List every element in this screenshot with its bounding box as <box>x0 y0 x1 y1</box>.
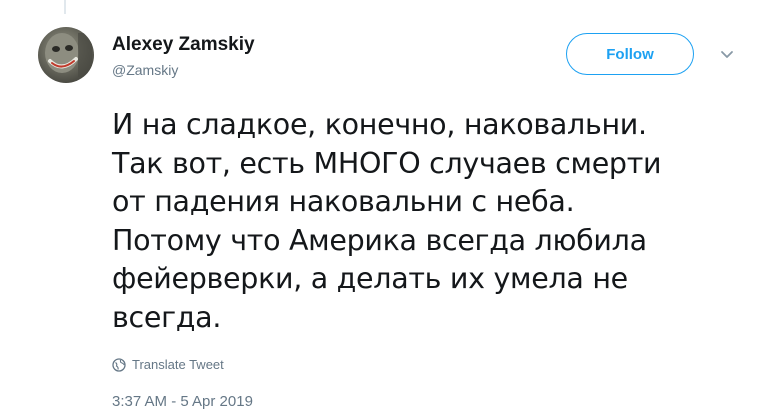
avatar[interactable] <box>38 27 94 83</box>
thread-line <box>64 0 66 14</box>
translate-tweet-link[interactable]: Translate Tweet <box>112 357 224 372</box>
follow-button[interactable]: Follow <box>566 33 694 75</box>
author-handle[interactable]: @Zamskiy <box>112 62 178 78</box>
tweet-timestamp[interactable]: 3:37 AM - 5 Apr 2019 <box>112 393 253 410</box>
tweet-text: И на сладкое, конечно, наковальни. Так в… <box>112 108 662 334</box>
translate-tweet-label: Translate Tweet <box>132 357 224 372</box>
globe-icon <box>112 357 126 372</box>
author-name[interactable]: Alexey Zamskiy <box>112 34 255 56</box>
avatar-image <box>45 33 92 77</box>
chevron-down-icon[interactable] <box>719 48 735 60</box>
